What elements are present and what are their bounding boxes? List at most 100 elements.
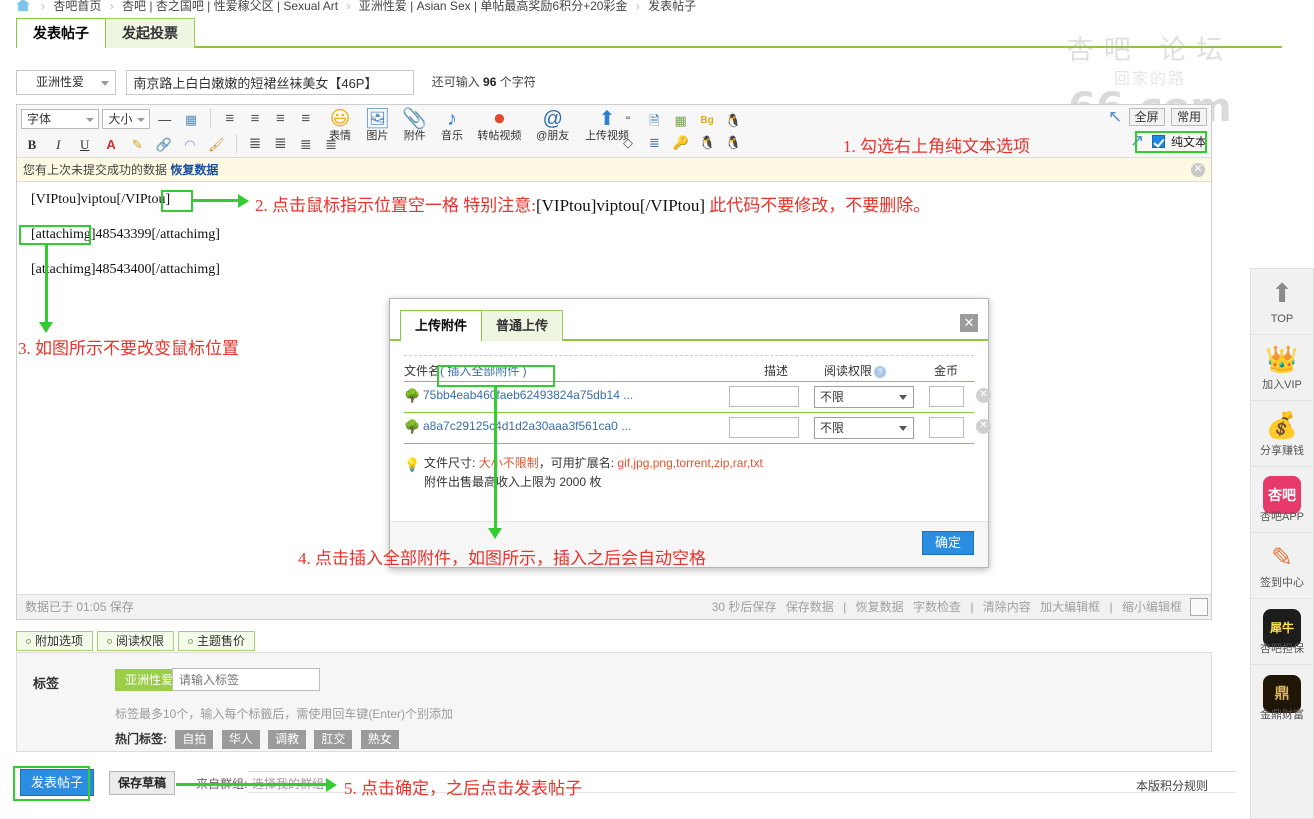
- align-right-icon[interactable]: ≡: [269, 108, 291, 130]
- align-justify-icon[interactable]: ≡: [295, 108, 317, 130]
- rail-item-share-earn[interactable]: 💰 分享赚钱: [1251, 401, 1313, 467]
- breadcrumb-item-1[interactable]: 杏吧 | 杏之国吧 | 性爱稼父区 | Sexual Art: [122, 0, 338, 13]
- horizontal-rule-icon[interactable]: —: [154, 108, 176, 130]
- common-toolbar-button[interactable]: 常用: [1170, 108, 1207, 126]
- status-shrink-editor[interactable]: 缩小编辑框: [1119, 600, 1185, 614]
- breadcrumb-item-2[interactable]: 亚洲性爱 | Asian Sex | 单帖最高奖励6积分+20彩金: [359, 0, 628, 13]
- rail-item-guarantee[interactable]: 犀牛 杏吧担保: [1251, 599, 1313, 665]
- status-recover-data[interactable]: 恢复数据: [853, 600, 907, 614]
- align-list-icon[interactable]: ≣: [643, 131, 665, 153]
- font-size-select[interactable]: 大小: [102, 109, 151, 129]
- delete-icon[interactable]: ✕: [976, 388, 991, 403]
- category-select[interactable]: 亚洲性爱: [16, 70, 116, 95]
- smiley-icon: 😃: [329, 108, 351, 130]
- rail-item-checkin[interactable]: ✎ 签到中心: [1251, 533, 1313, 599]
- close-icon[interactable]: ✕: [960, 314, 978, 332]
- hot-tag-1[interactable]: 华人: [221, 730, 260, 750]
- dialog-tips: 💡 文件尺寸: 大小不限制，可用扩展名: gif,jpg,png,torrent…: [404, 454, 974, 492]
- form-action-bar: 发表帖子 保存草稿 来自群组: 选择我的群组 本版积分规则: [16, 765, 1236, 801]
- format-brush-icon[interactable]: 🖌: [205, 133, 227, 155]
- at-friend-button[interactable]: @ @朋友: [530, 108, 576, 142]
- underline-icon[interactable]: U: [74, 133, 96, 155]
- dialog-tab-upload-attachment[interactable]: 上传附件: [400, 310, 483, 341]
- rail-item-app[interactable]: 杏吧 杏吧APP: [1251, 467, 1313, 533]
- rail-item-treasure[interactable]: 鼎 金鼎财富: [1251, 665, 1313, 731]
- ordered-list-icon[interactable]: ≣: [295, 133, 317, 155]
- image-button[interactable]: 🖼 图片: [360, 108, 394, 142]
- save-draft-button[interactable]: 保存草稿: [109, 771, 175, 795]
- hot-tag-2[interactable]: 调教: [268, 730, 307, 750]
- attachment-button[interactable]: 📎 附件: [398, 108, 432, 142]
- smiley-button[interactable]: 😃 表情: [323, 108, 357, 142]
- fullscreen-button[interactable]: 全屏: [1128, 108, 1165, 126]
- video-repost-button[interactable]: ⏺ 转帖视频: [472, 108, 526, 142]
- link-icon[interactable]: 🔗: [153, 133, 175, 155]
- penguin2-icon[interactable]: 🐧: [722, 131, 744, 153]
- plaintext-checkbox[interactable]: [1151, 134, 1165, 148]
- italic-icon[interactable]: I: [47, 133, 69, 155]
- file-permission-select[interactable]: 不限: [814, 386, 914, 408]
- tab-read-permission[interactable]: 阅读权限: [97, 631, 175, 651]
- file-name-link[interactable]: 75bb4eab460faeb62493824a75db14 ...: [423, 388, 633, 402]
- tip-size-value: 大小不限制: [478, 456, 539, 470]
- table-grid-icon[interactable]: ▦: [670, 109, 692, 131]
- code-icon[interactable]: ◇: [617, 131, 639, 153]
- penguin-hide-icon[interactable]: 🐧: [696, 131, 718, 153]
- rail-item-top[interactable]: ⬆ TOP: [1251, 269, 1313, 335]
- tab-new-poll[interactable]: 发起投票: [105, 18, 195, 48]
- redo-arrow-icon[interactable]: ↗: [1130, 131, 1144, 151]
- status-save-data[interactable]: 保存数据: [783, 600, 837, 614]
- music-note-icon: ♪: [447, 108, 458, 130]
- help-icon[interactable]: ?: [874, 365, 887, 378]
- forum-rules-link[interactable]: 本版积分规则: [1136, 777, 1208, 794]
- hot-tag-4[interactable]: 熟女: [360, 730, 399, 750]
- tab-topic-price[interactable]: 主题售价: [178, 631, 256, 651]
- file-desc-input[interactable]: [729, 386, 799, 407]
- crown-icon: 👑: [1265, 344, 1299, 374]
- image-placeholder-icon[interactable]: [1190, 598, 1208, 616]
- file-desc-input[interactable]: [729, 417, 799, 438]
- rail-item-join-vip[interactable]: 👑 加入VIP: [1251, 335, 1313, 401]
- post-title-input[interactable]: [126, 70, 415, 95]
- table-icon[interactable]: ▦: [180, 108, 202, 130]
- key-icon[interactable]: 🔑: [670, 131, 692, 153]
- tag-input[interactable]: [172, 668, 320, 691]
- dialog-ok-button[interactable]: 确定: [922, 531, 974, 555]
- status-enlarge-editor[interactable]: 加大编辑框: [1037, 600, 1103, 614]
- unlink-icon[interactable]: ◠: [179, 133, 201, 155]
- dialog-tab-normal-upload[interactable]: 普通上传: [481, 310, 564, 341]
- penguin-icon[interactable]: 🐧: [722, 109, 744, 131]
- file-permission-select[interactable]: 不限: [814, 417, 914, 439]
- hot-tag-3[interactable]: 肛交: [314, 730, 353, 750]
- word-doc-icon[interactable]: 🗎: [643, 109, 665, 131]
- quote-icon[interactable]: “: [617, 109, 639, 131]
- file-name-link[interactable]: a8a7c29125c4d1d2a30aaa3f561ca0 ...: [423, 419, 631, 433]
- post-button[interactable]: 发表帖子: [20, 769, 94, 796]
- file-coin-input[interactable]: [929, 386, 964, 407]
- text-color-icon[interactable]: A: [100, 133, 122, 155]
- paperclip-icon: 📎: [402, 108, 428, 130]
- breadcrumb-separator: ›: [635, 0, 640, 13]
- align-center-icon[interactable]: ≡: [244, 108, 266, 130]
- align-left-icon[interactable]: ≡: [219, 108, 241, 130]
- hot-tag-0[interactable]: 自拍: [175, 730, 214, 750]
- tab-additional-options[interactable]: 附加选项: [16, 631, 94, 651]
- group-select[interactable]: [248, 771, 1236, 793]
- close-icon[interactable]: ✕: [1191, 163, 1205, 177]
- indent-icon[interactable]: ≣: [244, 133, 266, 155]
- music-button[interactable]: ♪ 音乐: [435, 108, 469, 142]
- delete-icon[interactable]: ✕: [976, 419, 991, 434]
- font-family-select[interactable]: 字体: [21, 109, 99, 129]
- tab-new-post[interactable]: 发表帖子: [16, 18, 106, 48]
- highlight-icon[interactable]: ✎: [126, 133, 148, 155]
- bg-color-icon[interactable]: Bg: [696, 109, 718, 131]
- outdent-icon[interactable]: ≣: [269, 133, 291, 155]
- status-clear-content[interactable]: 清除内容: [980, 600, 1034, 614]
- file-coin-input[interactable]: [929, 417, 964, 438]
- bold-icon[interactable]: B: [21, 133, 43, 155]
- breadcrumb-item-0[interactable]: 杏吧首页: [53, 0, 101, 13]
- status-word-count[interactable]: 字数检查: [910, 600, 964, 614]
- undo-arrow-icon[interactable]: ↖: [1108, 107, 1122, 127]
- insert-all-attachments-link[interactable]: ( 插入全部附件 ): [440, 364, 527, 378]
- recover-data-link[interactable]: 恢复数据: [170, 163, 218, 177]
